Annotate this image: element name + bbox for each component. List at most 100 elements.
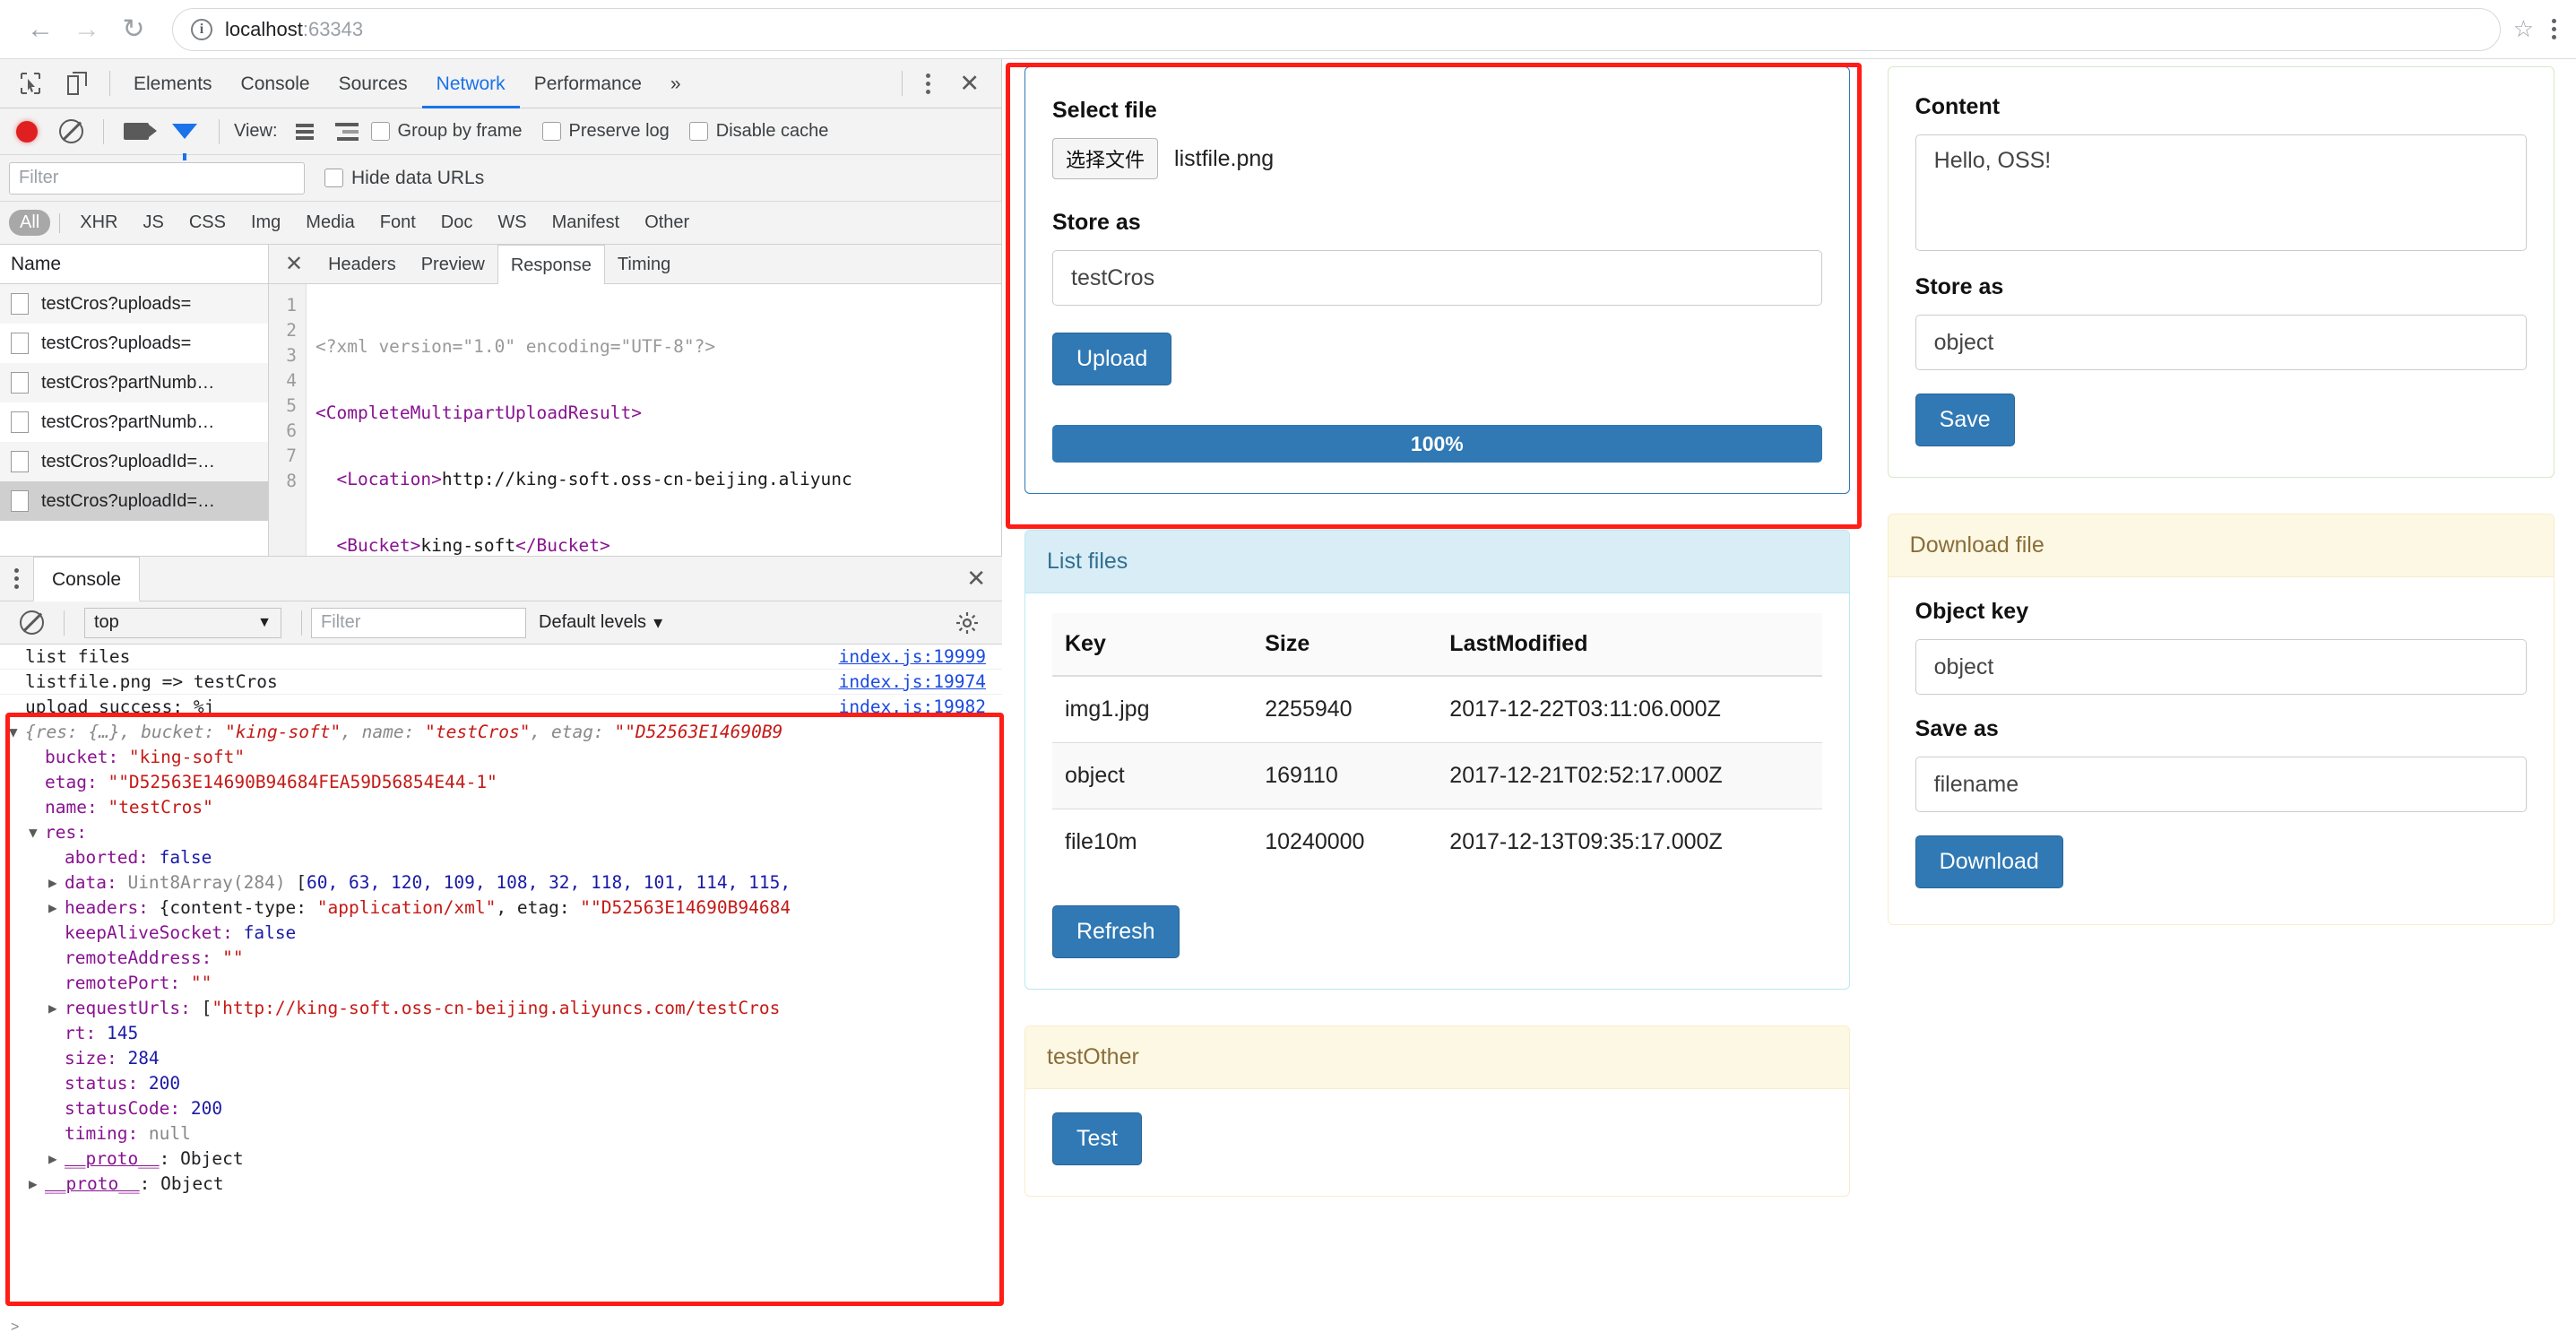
close-detail-icon[interactable]: ✕ bbox=[272, 251, 316, 277]
expand-collapse-right-icon[interactable]: ▶ bbox=[48, 1146, 57, 1172]
record-icon[interactable] bbox=[16, 121, 38, 143]
waterfall-view-icon[interactable] bbox=[335, 123, 359, 141]
detail-tab-preview[interactable]: Preview bbox=[409, 245, 497, 284]
expand-collapse-down-icon[interactable]: ▼ bbox=[9, 720, 18, 745]
preserve-log-checkbox[interactable]: Preserve log bbox=[542, 121, 670, 142]
console-source-link[interactable]: index.js:19999 bbox=[839, 645, 986, 670]
inspect-element-icon[interactable] bbox=[11, 64, 50, 103]
group-by-frame-checkbox[interactable]: Group by frame bbox=[371, 121, 523, 142]
table-row[interactable]: testCros?uploads= bbox=[0, 284, 268, 324]
content-textarea[interactable]: Hello, OSS! bbox=[1915, 134, 2527, 251]
table-row[interactable]: object 169110 2017-12-21T02:52:17.000Z bbox=[1052, 743, 1822, 809]
devtools-tab-sources[interactable]: Sources bbox=[324, 59, 422, 108]
type-filter-img[interactable]: Img bbox=[240, 210, 291, 236]
line-number: 8 bbox=[269, 469, 297, 494]
type-filter-js[interactable]: JS bbox=[132, 210, 174, 236]
clear-icon[interactable] bbox=[59, 119, 83, 143]
network-filter-input[interactable]: Filter bbox=[9, 162, 305, 195]
expand-collapse-right-icon[interactable]: ▶ bbox=[48, 996, 57, 1021]
file-input-row[interactable]: 选择文件 listfile.png bbox=[1052, 138, 1822, 179]
type-filter-other[interactable]: Other bbox=[634, 210, 700, 236]
xml-line: <?xml version="1.0" encoding="UTF-8"?> bbox=[316, 336, 715, 357]
cell-key: file10m bbox=[1052, 809, 1252, 876]
type-filter-css[interactable]: CSS bbox=[178, 210, 237, 236]
table-row[interactable]: testCros?uploads= bbox=[0, 324, 268, 363]
gear-icon[interactable] bbox=[955, 611, 979, 635]
disable-cache-checkbox[interactable]: Disable cache bbox=[689, 121, 829, 142]
expand-collapse-right-icon[interactable]: ▶ bbox=[48, 895, 57, 921]
device-toolbar-icon[interactable] bbox=[57, 64, 97, 103]
type-filter-media[interactable]: Media bbox=[295, 210, 365, 236]
expand-collapse-right-icon[interactable]: ▶ bbox=[48, 870, 57, 895]
table-row-selected[interactable]: testCros?uploadId=… bbox=[0, 481, 268, 521]
console-source-link[interactable]: index.js:19982 bbox=[839, 695, 986, 720]
browser-menu-icon[interactable] bbox=[2552, 19, 2556, 39]
devtools-tab-network[interactable]: Network bbox=[422, 59, 520, 108]
capture-screenshots-icon[interactable] bbox=[124, 123, 149, 140]
object-key-input[interactable]: object bbox=[1915, 639, 2527, 695]
column-header-lastmodified[interactable]: LastModified bbox=[1437, 613, 1821, 676]
request-name: testCros?partNumb… bbox=[41, 412, 214, 433]
console-prompt[interactable]: > bbox=[0, 1314, 1002, 1341]
table-row[interactable]: img1.jpg 2255940 2017-12-22T03:11:06.000… bbox=[1052, 676, 1822, 743]
type-filter-font[interactable]: Font bbox=[369, 210, 427, 236]
filter-funnel-icon[interactable] bbox=[172, 124, 197, 139]
save-button[interactable]: Save bbox=[1915, 394, 2015, 446]
drawer-close-icon[interactable]: ✕ bbox=[950, 565, 1002, 593]
bookmark-star-icon[interactable]: ☆ bbox=[2513, 15, 2534, 43]
console-context-select[interactable]: top ▼ bbox=[84, 608, 281, 638]
devtools-more-tabs-icon[interactable]: » bbox=[656, 59, 696, 108]
line-number: 4 bbox=[269, 368, 297, 394]
console-filter-input[interactable]: Filter bbox=[311, 608, 526, 638]
download-button[interactable]: Download bbox=[1915, 835, 2063, 888]
table-row[interactable]: file10m 10240000 2017-12-13T09:35:17.000… bbox=[1052, 809, 1822, 876]
devtools-tab-performance[interactable]: Performance bbox=[520, 59, 656, 108]
console-levels-select[interactable]: Default levels ▾ bbox=[539, 611, 662, 634]
store-as-input[interactable]: testCros bbox=[1052, 250, 1822, 306]
list-view-icon[interactable] bbox=[296, 124, 314, 140]
save-as-input[interactable]: filename bbox=[1915, 757, 2527, 812]
clear-console-icon[interactable] bbox=[20, 610, 44, 635]
console-drawer: Console ✕ top ▼ Filter Default levels ▾ … bbox=[0, 556, 1002, 1341]
forward-arrow-icon[interactable]: → bbox=[66, 9, 108, 50]
reload-icon[interactable]: ↻ bbox=[113, 9, 154, 50]
detail-tab-headers[interactable]: Headers bbox=[316, 245, 409, 284]
console-source-link[interactable]: index.js:19974 bbox=[839, 670, 986, 695]
type-filter-doc[interactable]: Doc bbox=[430, 210, 484, 236]
detail-tab-response[interactable]: Response bbox=[497, 245, 605, 285]
address-bar[interactable]: i localhost:63343 bbox=[172, 8, 2501, 51]
table-row[interactable]: testCros?partNumb… bbox=[0, 363, 268, 402]
back-arrow-icon[interactable]: ← bbox=[20, 9, 61, 50]
content-store-as-input[interactable]: object bbox=[1915, 315, 2527, 370]
table-row[interactable]: testCros?uploadId=… bbox=[0, 442, 268, 481]
request-name-column-header[interactable]: Name bbox=[0, 245, 268, 284]
devtools-close-icon[interactable]: ✕ bbox=[945, 70, 994, 98]
table-row[interactable]: testCros?partNumb… bbox=[0, 402, 268, 442]
document-icon bbox=[11, 372, 29, 394]
detail-tab-timing[interactable]: Timing bbox=[605, 245, 683, 284]
hide-data-urls-checkbox[interactable]: Hide data URLs bbox=[324, 168, 484, 189]
upload-button[interactable]: Upload bbox=[1052, 333, 1171, 385]
devtools-tab-elements[interactable]: Elements bbox=[119, 59, 227, 108]
drawer-tab-console[interactable]: Console bbox=[33, 557, 140, 601]
refresh-button[interactable]: Refresh bbox=[1052, 905, 1180, 958]
column-header-size[interactable]: Size bbox=[1252, 613, 1437, 676]
console-token: 200 bbox=[149, 1073, 180, 1094]
test-button[interactable]: Test bbox=[1052, 1112, 1142, 1165]
console-token: false bbox=[160, 847, 212, 868]
type-filter-xhr[interactable]: XHR bbox=[69, 210, 128, 236]
xml-value: king-soft bbox=[420, 535, 515, 556]
console-context-value: top bbox=[94, 612, 119, 633]
devtools-tab-console[interactable]: Console bbox=[227, 59, 324, 108]
drawer-menu-icon[interactable] bbox=[0, 568, 33, 589]
type-filter-all[interactable]: All bbox=[9, 210, 50, 236]
type-filter-ws[interactable]: WS bbox=[487, 210, 537, 236]
type-filter-manifest[interactable]: Manifest bbox=[541, 210, 631, 236]
choose-file-button[interactable]: 选择文件 bbox=[1052, 138, 1158, 179]
column-header-key[interactable]: Key bbox=[1052, 613, 1252, 676]
console-output[interactable]: list filesindex.js:19999listfile.png => … bbox=[0, 645, 1002, 1314]
site-info-icon[interactable]: i bbox=[191, 19, 212, 40]
devtools-menu-icon[interactable] bbox=[912, 74, 945, 94]
expand-collapse-right-icon[interactable]: ▶ bbox=[29, 1172, 38, 1197]
expand-collapse-down-icon[interactable]: ▼ bbox=[29, 820, 38, 845]
